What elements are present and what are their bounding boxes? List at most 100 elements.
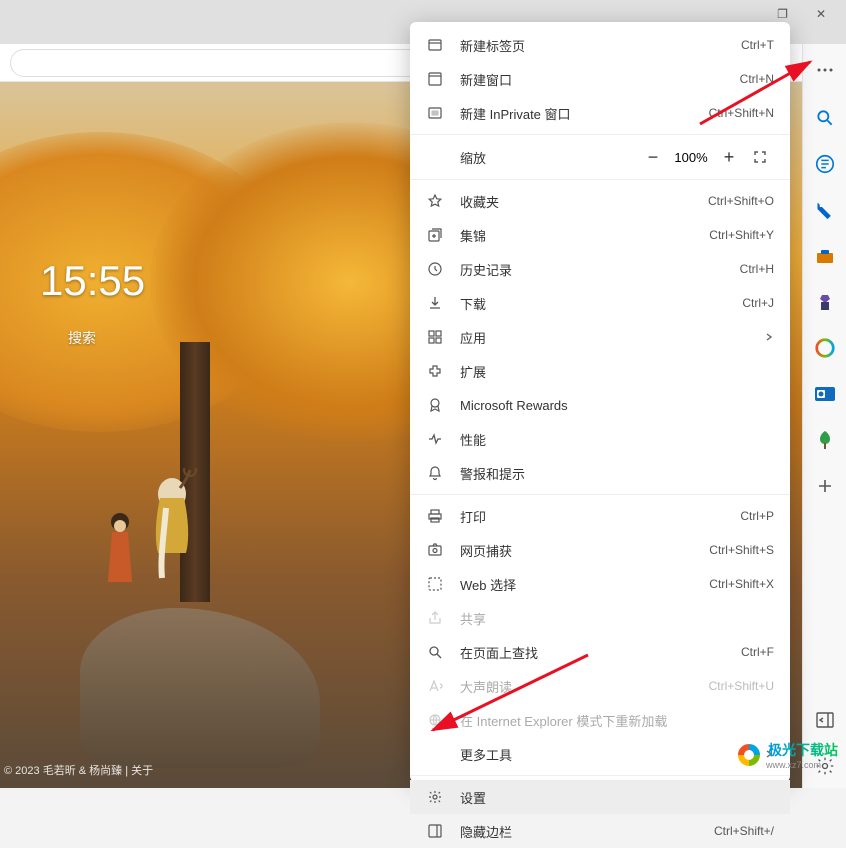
sidebar-tree-icon[interactable] [813,428,837,452]
ie-icon [426,711,444,729]
menu-shortcut: Ctrl+Shift+U [709,679,774,693]
new-tab-icon [426,36,444,54]
menu-shortcut: Ctrl+Shift+Y [709,228,774,242]
menu-item-share: 共享 [410,601,790,635]
menu-separator [410,134,790,135]
menu-shortcut: Ctrl+F [741,645,774,659]
sidebar-hide-icon [426,822,444,840]
illustration-child [100,508,140,598]
zoom-label: 缩放 [460,148,638,167]
sidebar-search-icon[interactable] [813,106,837,130]
menu-item-bell[interactable]: 警报和提示 [410,456,790,490]
sidebar-outlook-icon[interactable] [813,382,837,406]
menu-item-extensions[interactable]: 扩展 [410,354,790,388]
menu-item-label: 打印 [460,507,740,526]
web-select-icon [426,575,444,593]
watermark-logo-icon [736,742,762,768]
illustration-sage [130,468,220,608]
menu-separator [410,179,790,180]
menu-item-label: Web 选择 [460,575,709,594]
extensions-icon [426,362,444,380]
sidebar-panel-icon[interactable] [813,708,837,732]
menu-item-label: 新建窗口 [460,70,740,89]
watermark-url: www.xz7.com [766,760,838,770]
menu-zoom-row: 缩放−100%+ [410,139,790,175]
menu-shortcut: Ctrl+Shift+X [709,577,774,591]
sidebar-shopping-icon[interactable] [813,198,837,222]
search-label[interactable]: 搜索 [68,328,96,348]
menu-item-performance[interactable]: 性能 [410,422,790,456]
menu-item-label: 在页面上查找 [460,643,741,662]
sidebar-add-icon[interactable] [813,474,837,498]
watermark: 极光下载站 www.xz7.com [736,740,838,770]
menu-item-label: 共享 [460,609,774,628]
menu-shortcut: Ctrl+Shift+S [709,543,774,557]
menu-shortcut: Ctrl+Shift+O [708,194,774,208]
menu-separator [410,775,790,776]
fullscreen-button[interactable] [752,149,774,165]
apps-icon [426,328,444,346]
menu-item-new-window[interactable]: 新建窗口Ctrl+N [410,62,790,96]
menu-item-rewards[interactable]: Microsoft Rewards [410,388,790,422]
restore-button[interactable]: ❐ [777,7,788,21]
menu-item-label: 更多工具 [460,745,764,764]
bell-icon [426,464,444,482]
zoom-value: 100% [668,150,714,165]
rewards-icon [426,396,444,414]
new-window-icon [426,70,444,88]
menu-item-label: 大声朗读 [460,677,709,696]
menu-item-label: 设置 [460,788,774,807]
close-button[interactable]: ✕ [816,7,826,21]
sidebar-games-icon[interactable] [813,290,837,314]
history-icon [426,260,444,278]
menu-item-label: 新建 InPrivate 窗口 [460,104,709,123]
menu-item-label: 扩展 [460,362,774,381]
sidebar-tools-icon[interactable] [813,244,837,268]
menu-item-label: 网页捕获 [460,541,709,560]
menu-shortcut: Ctrl+Shift+N [709,106,774,120]
share-icon [426,609,444,627]
find-icon [426,643,444,661]
menu-item-label: 新建标签页 [460,36,741,55]
sidebar-bing-chat-icon[interactable] [813,152,837,176]
collections-icon [426,226,444,244]
download-icon [426,294,444,312]
menu-item-sidebar-hide[interactable]: 隐藏边栏Ctrl+Shift+/ [410,814,790,848]
menu-item-more-tools[interactable]: 更多工具 [410,737,790,771]
menu-item-ie: 在 Internet Explorer 模式下重新加载 [410,703,790,737]
zoom-in-button[interactable]: + [714,147,744,168]
menu-item-label: 历史记录 [460,260,740,279]
print-icon [426,507,444,525]
menu-item-label: 收藏夹 [460,192,708,211]
menu-item-star[interactable]: 收藏夹Ctrl+Shift+O [410,184,790,218]
menu-shortcut: Ctrl+J [742,296,774,310]
wallpaper-credit[interactable]: © 2023 毛若昕 & 杨尚臻 | 关于 [4,762,153,778]
menu-item-print[interactable]: 打印Ctrl+P [410,499,790,533]
menu-item-new-tab[interactable]: 新建标签页Ctrl+T [410,28,790,62]
menu-separator [410,494,790,495]
zoom-out-button[interactable]: − [638,147,668,168]
menu-item-download[interactable]: 下载Ctrl+J [410,286,790,320]
menu-item-web-select[interactable]: Web 选择Ctrl+Shift+X [410,567,790,601]
menu-item-find[interactable]: 在页面上查找Ctrl+F [410,635,790,669]
more-button[interactable] [809,56,841,84]
sidebar-m365-icon[interactable] [813,336,837,360]
browser-menu: 新建标签页Ctrl+T新建窗口Ctrl+N新建 InPrivate 窗口Ctrl… [410,22,790,782]
menu-shortcut: Ctrl+P [740,509,774,523]
read-aloud-icon [426,677,444,695]
right-sidebar [802,44,846,788]
menu-item-label: 集锦 [460,226,709,245]
menu-item-history[interactable]: 历史记录Ctrl+H [410,252,790,286]
menu-item-settings[interactable]: 设置 [410,780,790,814]
menu-item-private[interactable]: 新建 InPrivate 窗口Ctrl+Shift+N [410,96,790,130]
menu-item-label: 应用 [460,328,764,347]
menu-item-label: 警报和提示 [460,464,774,483]
settings-icon [426,788,444,806]
menu-item-capture[interactable]: 网页捕获Ctrl+Shift+S [410,533,790,567]
private-icon [426,104,444,122]
menu-item-apps[interactable]: 应用 [410,320,790,354]
menu-item-collections[interactable]: 集锦Ctrl+Shift+Y [410,218,790,252]
menu-shortcut: Ctrl+T [741,38,774,52]
menu-item-read-aloud: 大声朗读Ctrl+Shift+U [410,669,790,703]
performance-icon [426,430,444,448]
